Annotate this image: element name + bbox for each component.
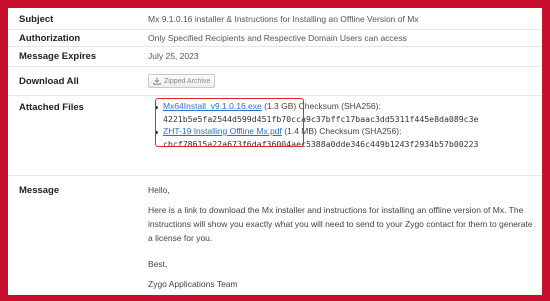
download-icon (153, 77, 161, 85)
attached-files-label: Attached Files (19, 102, 84, 113)
expires-value: July 25, 2023 (148, 51, 199, 61)
checksum-label: Checksum (SHA256): (298, 101, 381, 111)
file-size: (1.4 MB) (284, 126, 317, 136)
subject-label: Subject (19, 14, 54, 25)
bullet (155, 106, 158, 109)
subject-value: Mx 9.1.0.16 installer & Instructions for… (148, 14, 419, 24)
message-row: Message Hello, Here is a link to downloa… (8, 176, 542, 295)
message-greeting: Hello, (148, 185, 170, 195)
message-signature: Zygo Applications Team (148, 279, 238, 289)
file-link[interactable]: ZHT-19 Installing Offline Mx.pdf (163, 126, 282, 136)
zipped-archive-button[interactable]: Zipped Archive (148, 74, 216, 88)
file-checksum: 4221b5e5fa2544d599d451fb70cca9c37bffc17b… (163, 114, 479, 124)
authorization-row: Authorization Only Specified Recipients … (8, 30, 542, 47)
authorization-label: Authorization (19, 33, 81, 44)
file-checksum: cbcf78615a22a673f6daf36004aec5388a0dde34… (163, 139, 479, 149)
download-row: Download All Zipped Archive (8, 67, 542, 96)
message-details-panel: Subject Mx 9.1.0.16 installer & Instruct… (8, 8, 542, 295)
attached-files-row: Attached Files Mx64Install_v9.1.0.16.exe… (8, 96, 542, 176)
file-link[interactable]: Mx64Install_v9.1.0.16.exe (163, 101, 262, 111)
message-label: Message (19, 185, 60, 196)
download-label: Download All (19, 76, 79, 87)
subject-row: Subject Mx 9.1.0.16 installer & Instruct… (8, 8, 542, 30)
checksum-label: Checksum (SHA256): (319, 126, 402, 136)
expires-row: Message Expires July 25, 2023 (8, 47, 542, 67)
message-body: Here is a link to download the Mx instal… (148, 205, 533, 243)
file-item: ZHT-19 Installing Offline Mx.pdf (1.4 MB… (163, 126, 401, 136)
file-item: Mx64Install_v9.1.0.16.exe (1.3 GB) Check… (163, 101, 381, 111)
bullet (155, 131, 158, 134)
file-size: (1.3 GB) (264, 101, 297, 111)
expires-label: Message Expires (19, 51, 97, 62)
authorization-value: Only Specified Recipients and Respective… (148, 33, 407, 43)
zipped-archive-label: Zipped Archive (164, 77, 211, 85)
message-closing: Best, (148, 259, 168, 269)
